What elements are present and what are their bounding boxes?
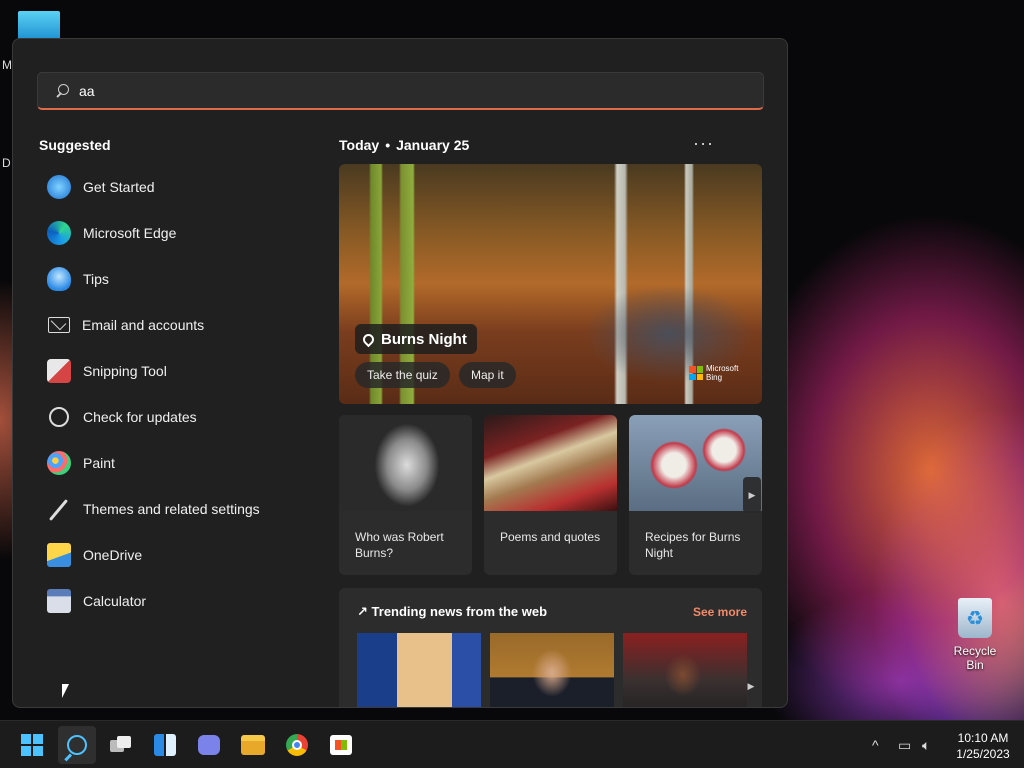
hero-card[interactable]: Burns Night Take the quiz Map it Microso…: [339, 164, 762, 404]
chat-icon: [198, 735, 220, 755]
microsoft-logo-icon: [689, 366, 703, 380]
suggested-item-calculator[interactable]: Calculator: [37, 578, 307, 624]
today-date: January 25: [396, 137, 470, 153]
news-thumbnail[interactable]: [623, 633, 747, 707]
tray-overflow-icon[interactable]: ^: [872, 721, 879, 768]
file-explorer-button[interactable]: [234, 726, 272, 764]
recycle-bin[interactable]: Recycle Bin: [944, 598, 1006, 672]
desktop-label: M: [2, 58, 12, 72]
get-started-icon: [47, 175, 71, 199]
topic-card-image: [339, 415, 472, 511]
widgets-button[interactable]: [146, 726, 184, 764]
topic-card[interactable]: Poems and quotes: [484, 415, 617, 575]
take-quiz-button[interactable]: Take the quiz: [355, 362, 450, 388]
trending-next-arrow-icon[interactable]: ▶: [745, 674, 757, 698]
recycle-bin-icon: [958, 598, 992, 638]
suggested-item-label: Get Started: [83, 179, 155, 195]
topic-cards: Who was Robert Burns? Poems and quotes R…: [339, 415, 762, 575]
suggested-item-edge[interactable]: Microsoft Edge: [37, 210, 307, 256]
suggested-item-email-accounts[interactable]: Email and accounts: [37, 302, 307, 348]
more-options-icon[interactable]: ···: [693, 133, 714, 154]
trending-title: ↗ Trending news from the web: [357, 604, 547, 620]
news-thumbnail[interactable]: [490, 633, 614, 707]
recycle-bin-label: Recycle Bin: [953, 644, 997, 672]
topic-card-caption: Recipes for Burns Night: [645, 530, 741, 560]
search-icon: [55, 83, 69, 98]
search-icon: [67, 735, 87, 755]
taskbar: ^ ▭ 🔈︎ 10:10 AM 1/25/2023: [0, 720, 1024, 768]
chevron-up-icon: ^: [872, 737, 879, 753]
widgets-icon: [154, 734, 176, 756]
see-more-link[interactable]: See more: [693, 605, 747, 619]
onedrive-icon: [47, 543, 71, 567]
suggested-item-onedrive[interactable]: OneDrive: [37, 532, 307, 578]
news-thumbnail[interactable]: [357, 633, 481, 707]
cards-next-arrow-icon[interactable]: ▶: [743, 477, 761, 513]
hero-tag-label: Burns Night: [381, 330, 467, 348]
desktop-label: D: [2, 156, 11, 170]
suggested-item-label: Calculator: [83, 593, 147, 609]
search-box[interactable]: [37, 72, 764, 110]
trending-arrow-icon: ↗: [357, 604, 368, 619]
suggested-item-label: OneDrive: [83, 547, 143, 563]
topic-card-image: [484, 415, 617, 511]
hero-location-tag[interactable]: Burns Night: [355, 324, 477, 354]
today-heading: Today • January 25: [339, 137, 469, 153]
clock-date: 1/25/2023: [956, 747, 1010, 761]
trending-title-label: Trending news from the web: [371, 604, 548, 619]
topic-card[interactable]: Who was Robert Burns?: [339, 415, 472, 575]
topic-card-caption: Who was Robert Burns?: [355, 530, 444, 560]
brush-icon: [47, 497, 71, 521]
suggested-item-label: Snipping Tool: [83, 363, 167, 379]
snipping-tool-icon: [47, 359, 71, 383]
today-separator: •: [385, 137, 391, 153]
suggested-list: Get Started Microsoft Edge Tips Email an…: [37, 164, 307, 624]
suggested-item-label: Themes and related settings: [83, 501, 260, 517]
store-button[interactable]: [322, 726, 360, 764]
taskbar-clock[interactable]: 10:10 AM 1/25/2023: [950, 730, 1016, 762]
map-pin-icon: [360, 331, 377, 347]
suggested-item-get-started[interactable]: Get Started: [37, 164, 307, 210]
suggested-item-label: Microsoft Edge: [83, 225, 177, 241]
calculator-icon: [47, 589, 71, 613]
edge-icon: [47, 221, 71, 245]
chrome-button[interactable]: [278, 726, 316, 764]
map-it-button[interactable]: Map it: [459, 362, 516, 388]
chrome-icon: [286, 734, 308, 756]
suggested-heading: Suggested: [39, 137, 111, 153]
mail-icon: [48, 317, 70, 333]
search-input[interactable]: [79, 82, 719, 99]
suggested-item-check-updates[interactable]: Check for updates: [37, 394, 307, 440]
mouse-cursor-icon: [62, 684, 69, 698]
start-search-panel: Suggested Get Started Microsoft Edge Tip…: [12, 38, 788, 708]
task-view-icon: [110, 736, 132, 754]
start-button[interactable]: [13, 726, 51, 764]
bing-logo: Microsoft Bing: [689, 364, 746, 382]
suggested-item-label: Paint: [83, 455, 115, 471]
store-icon: [330, 735, 352, 755]
topic-card-caption: Poems and quotes: [500, 530, 601, 544]
paint-icon: [47, 451, 71, 475]
tips-icon: [47, 267, 71, 291]
network-icon[interactable]: ▭: [898, 721, 911, 768]
suggested-item-label: Tips: [83, 271, 109, 287]
suggested-item-label: Email and accounts: [82, 317, 205, 333]
folder-icon: [241, 735, 265, 755]
clock-time: 10:10 AM: [957, 731, 1009, 745]
today-label: Today: [339, 137, 380, 153]
suggested-item-paint[interactable]: Paint: [37, 440, 307, 486]
bing-brand-label: Microsoft Bing: [706, 364, 739, 382]
volume-icon[interactable]: 🔈︎: [922, 721, 930, 768]
desktop-app-icon[interactable]: [18, 11, 60, 41]
windows-logo-icon: [21, 734, 43, 756]
suggested-item-tips[interactable]: Tips: [37, 256, 307, 302]
suggested-item-label: Check for updates: [83, 409, 197, 425]
task-view-button[interactable]: [102, 726, 140, 764]
chat-button[interactable]: [190, 726, 228, 764]
suggested-item-themes[interactable]: Themes and related settings: [37, 486, 307, 532]
trending-news: ↗ Trending news from the web See more ▶: [339, 588, 762, 707]
taskbar-search-button[interactable]: [58, 726, 96, 764]
refresh-icon: [49, 407, 69, 427]
suggested-item-snipping-tool[interactable]: Snipping Tool: [37, 348, 307, 394]
